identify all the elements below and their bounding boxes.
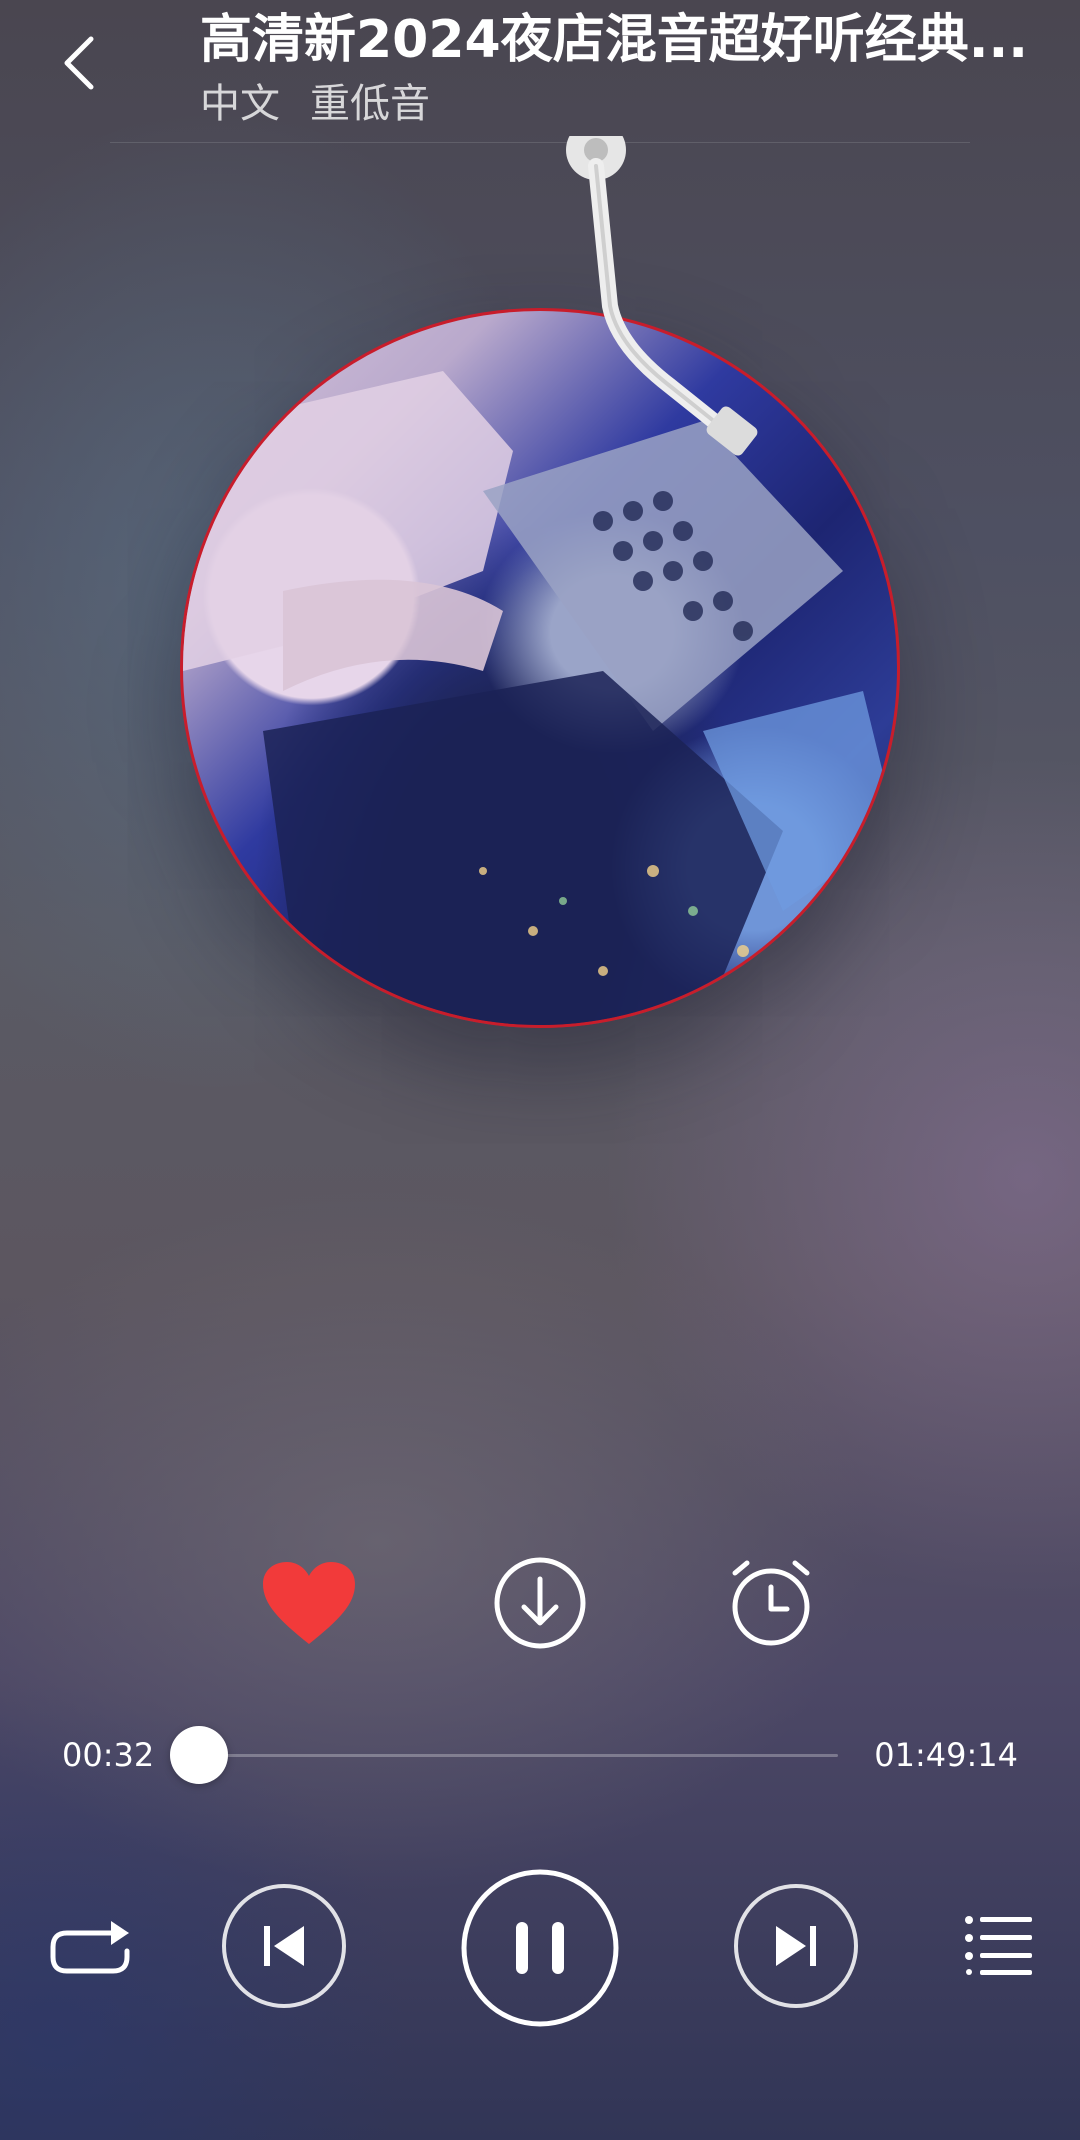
previous-button[interactable] [220,1884,348,2012]
song-tags: 中文 重低音 [200,78,430,130]
playback-progress: 00:32 01:49:14 [0,1720,1080,1790]
total-time: 01:49:14 [874,1736,1018,1774]
download-circle-icon [492,1555,588,1655]
song-title: 高清新2024夜店混音超好听经典... [200,10,1028,70]
heart-icon [259,1558,359,1652]
favorite-button[interactable] [254,1550,364,1660]
sleep-timer-button[interactable] [716,1550,826,1660]
pause-icon [460,1868,620,2032]
current-time: 00:32 [62,1736,155,1774]
chevron-left-icon [59,33,99,97]
back-button[interactable] [44,30,114,100]
repeat-icon [47,1913,133,1987]
download-button[interactable] [485,1550,595,1660]
playback-controls [0,1868,1080,2032]
skip-next-icon [732,1882,860,2014]
tag-style: 重低音 [310,81,430,127]
pause-button[interactable] [460,1868,620,2032]
playlist-button[interactable] [962,1910,1036,1984]
tag-language: 中文 [200,81,280,127]
playlist-icon [964,1914,1034,1980]
repeat-button[interactable] [46,1910,134,1990]
action-row [0,1550,1080,1660]
skip-previous-icon [220,1882,348,2014]
next-button[interactable] [732,1884,860,2012]
alarm-clock-icon [723,1555,819,1655]
progress-track[interactable] [196,1754,838,1757]
music-player-screen: 高清新2024夜店混音超好听经典... 中文 重低音 00:32 01:49:1… [0,0,1080,2140]
header-divider [110,142,970,143]
tonearm-graphic [566,136,758,456]
progress-thumb[interactable] [170,1726,229,1784]
